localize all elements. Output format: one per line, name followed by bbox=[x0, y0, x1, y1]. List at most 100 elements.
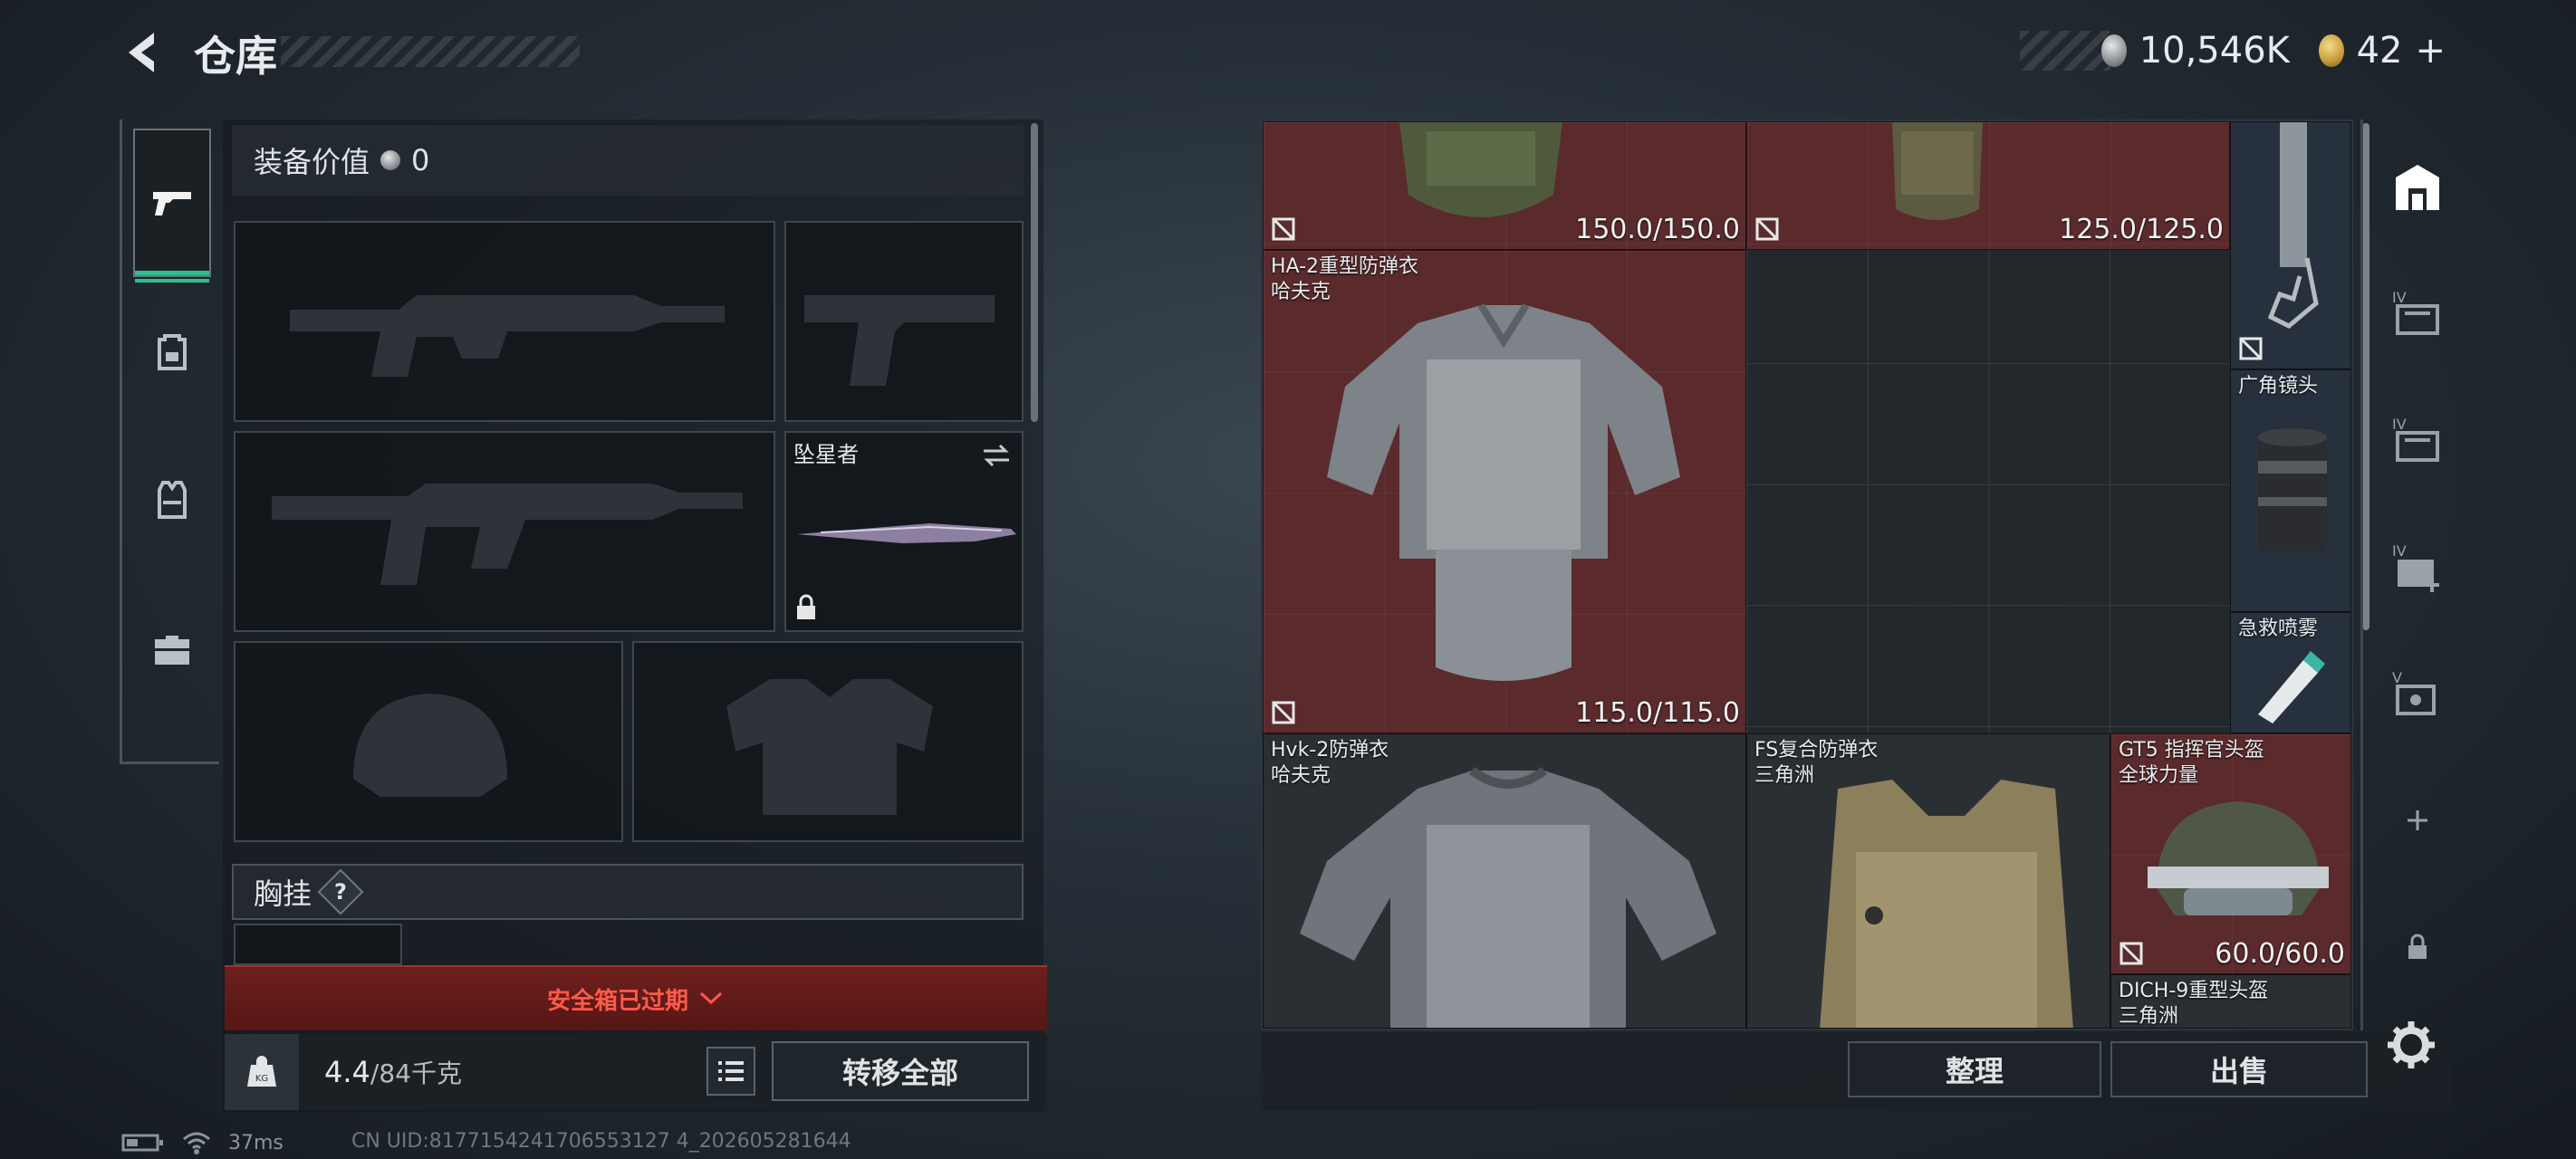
item-durability: 150.0/150.0 bbox=[1575, 214, 1740, 245]
svg-text:IV: IV bbox=[2392, 542, 2407, 560]
armor-icon bbox=[1399, 122, 1562, 217]
settings-button[interactable] bbox=[2384, 1018, 2438, 1072]
weight-max: /84千克 bbox=[370, 1058, 462, 1088]
warehouse-item-dich9-helmet[interactable]: DICH-9重型头盔 三角洲 bbox=[2110, 974, 2351, 1029]
equipment-category-nav bbox=[120, 120, 219, 764]
warehouse-tabs: IV IV IV V bbox=[2360, 120, 2455, 1030]
armor-icon bbox=[1300, 766, 1716, 1028]
pistol-silhouette-icon bbox=[804, 295, 995, 386]
chest-rig-label: 胸挂 bbox=[254, 876, 312, 911]
chest-rig-header: 胸挂 ? bbox=[232, 864, 1024, 920]
status-bar: 37ms bbox=[121, 1130, 284, 1155]
currency-display: 10,546K 42 + bbox=[2020, 24, 2446, 78]
backpack-icon bbox=[158, 334, 187, 370]
safebox-expired-banner[interactable]: 安全箱已过期 bbox=[225, 965, 1047, 1030]
item-durability: 60.0/60.0 bbox=[2215, 938, 2345, 970]
warehouse-item-ha2-armor[interactable]: HA-2重型防弹衣 哈夫克 115.0/115.0 bbox=[1263, 250, 1746, 733]
chevron-down-icon bbox=[699, 991, 723, 1005]
chest-rig-slot[interactable] bbox=[234, 924, 402, 965]
rifle-silhouette-icon bbox=[290, 295, 725, 377]
armor-slot[interactable] bbox=[632, 641, 1024, 842]
item-name: DICH-9重型头盔 三角洲 bbox=[2119, 980, 2269, 1028]
tab-warehouse-2[interactable]: IV bbox=[2387, 409, 2448, 471]
item-name: 急救喷雾 bbox=[2238, 618, 2319, 640]
tool-icon bbox=[2267, 122, 2319, 329]
insured-flag-icon bbox=[1272, 217, 1295, 241]
key-box-icon: V bbox=[2392, 669, 2436, 715]
knife-icon bbox=[797, 523, 1016, 543]
svg-text:V: V bbox=[2392, 669, 2402, 686]
battery-icon bbox=[121, 1134, 163, 1152]
tab-key-box[interactable]: V bbox=[2387, 663, 2448, 724]
sell-button[interactable]: 出售 bbox=[2110, 1041, 2368, 1097]
primary-weapon-slot-2[interactable] bbox=[234, 431, 775, 632]
transfer-all-button[interactable]: 转移全部 bbox=[772, 1041, 1029, 1101]
expansion-box-icon: IV bbox=[2392, 416, 2439, 462]
sort-button[interactable]: 整理 bbox=[1848, 1041, 2101, 1097]
tab-medical-box[interactable]: IV bbox=[2387, 536, 2448, 598]
sidearm-slot[interactable] bbox=[784, 221, 1024, 422]
medical-box-icon: IV bbox=[2392, 542, 2439, 592]
lock-icon bbox=[797, 594, 815, 619]
uid-text: CN UID:8177154241706553127 4_20260528164… bbox=[351, 1130, 851, 1153]
primary-weapon-slot-1[interactable] bbox=[234, 221, 775, 422]
warehouse-grid: 150.0/150.0 125.0/125.0 HA-2重型防弹衣 哈夫克 115… bbox=[1263, 121, 2351, 1029]
warehouse-item-wide-angle-lens[interactable]: 广角镜头 bbox=[2230, 369, 2351, 612]
swap-icon bbox=[984, 444, 1009, 467]
list-icon bbox=[718, 1061, 744, 1081]
warehouse-item-fs-armor[interactable]: FS复合防弹衣 三角洲 bbox=[1746, 733, 2110, 1029]
back-button[interactable] bbox=[118, 25, 172, 80]
vest-icon bbox=[158, 481, 187, 519]
insured-flag-icon bbox=[1272, 701, 1295, 724]
ping: 37ms bbox=[228, 1131, 284, 1154]
armor-icon bbox=[1820, 780, 2073, 1028]
equipment-scrollbar[interactable] bbox=[1031, 123, 1038, 422]
melee-name: 坠星者 bbox=[793, 442, 859, 467]
safebox-expired-text: 安全箱已过期 bbox=[546, 987, 688, 1015]
insured-flag-icon bbox=[2119, 942, 2143, 965]
plus-icon bbox=[2408, 810, 2427, 830]
warehouse-item-hvk2-armor[interactable]: Hvk-2防弹衣 哈夫克 bbox=[1263, 733, 1746, 1029]
nav-vest[interactable] bbox=[133, 426, 211, 574]
weight-icon: KG bbox=[225, 1034, 299, 1110]
currency-decoration bbox=[2020, 31, 2110, 71]
equipment-value-bar: 装备价值 0 bbox=[232, 125, 1024, 196]
help-button[interactable]: ? bbox=[317, 868, 364, 915]
heavy-armor-icon bbox=[1327, 302, 1680, 681]
add-currency-button[interactable]: + bbox=[2415, 30, 2446, 72]
warehouse-item-armor-2[interactable]: 125.0/125.0 bbox=[1746, 121, 2230, 250]
warehouse-icon bbox=[2396, 165, 2439, 210]
warehouse-item-gt5-helmet[interactable]: GT5 指挥官头盔 全球力量 60.0/60.0 bbox=[2110, 733, 2351, 974]
insured-flag-icon bbox=[2239, 337, 2263, 360]
nav-backpack[interactable] bbox=[133, 277, 211, 426]
warehouse-item-tool[interactable] bbox=[2230, 121, 2351, 369]
rifle-silhouette-icon bbox=[272, 484, 743, 585]
list-view-button[interactable] bbox=[706, 1047, 755, 1096]
add-warehouse-button[interactable] bbox=[2387, 790, 2448, 851]
helmet-icon bbox=[2148, 801, 2329, 915]
gold-amount: 42 bbox=[2356, 30, 2403, 72]
toolbox-icon bbox=[155, 636, 189, 665]
nav-toolbox[interactable] bbox=[133, 576, 211, 724]
tab-warehouse-1[interactable]: IV bbox=[2387, 283, 2448, 344]
tab-main-warehouse[interactable] bbox=[2387, 158, 2448, 219]
insured-flag-icon bbox=[1755, 217, 1779, 241]
warehouse-item-first-aid-spray[interactable]: 急救喷雾 bbox=[2230, 612, 2351, 733]
locked-tab[interactable] bbox=[2387, 916, 2448, 978]
svg-text:KG: KG bbox=[255, 1074, 268, 1084]
helmet-slot[interactable] bbox=[234, 641, 623, 842]
silver-coin-icon bbox=[380, 150, 401, 170]
melee-slot[interactable]: 坠星者 bbox=[784, 431, 1024, 632]
page-title: 仓库 bbox=[194, 32, 277, 81]
weight-current: 4.4 bbox=[324, 1055, 370, 1089]
item-durability: 125.0/125.0 bbox=[2059, 214, 2224, 245]
lens-icon bbox=[2258, 428, 2327, 551]
title-decoration bbox=[281, 36, 580, 67]
back-arrow-icon bbox=[129, 33, 154, 72]
wifi-icon bbox=[183, 1132, 210, 1154]
svg-text:IV: IV bbox=[2392, 416, 2407, 433]
expansion-box-icon: IV bbox=[2392, 289, 2439, 335]
svg-text:IV: IV bbox=[2392, 289, 2407, 306]
nav-weapons[interactable] bbox=[133, 129, 211, 283]
warehouse-item-armor-1[interactable]: 150.0/150.0 bbox=[1263, 121, 1746, 250]
